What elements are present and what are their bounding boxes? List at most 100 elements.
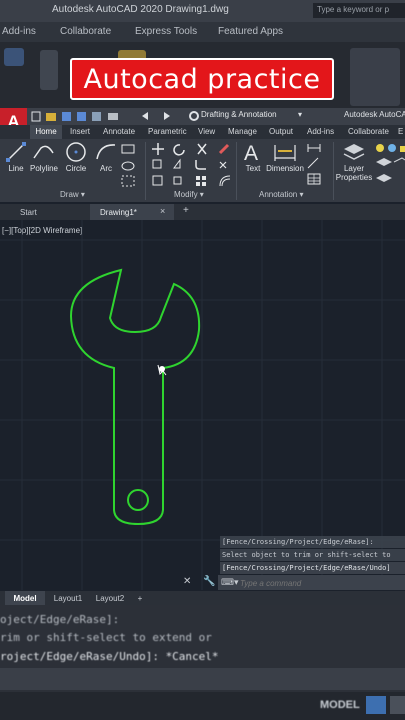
tab-annotate[interactable]: Annotate bbox=[103, 125, 135, 139]
dimension-icon bbox=[274, 145, 296, 161]
panel-separator bbox=[236, 142, 237, 200]
web-icon bbox=[92, 112, 101, 121]
grid-toggle-icon[interactable] bbox=[366, 696, 386, 714]
draw-small-tools[interactable] bbox=[120, 142, 144, 190]
erase-icon bbox=[218, 143, 230, 155]
tab-insert[interactable]: Insert bbox=[70, 125, 90, 139]
panel-separator bbox=[145, 142, 146, 200]
layout-tab-model[interactable]: Model bbox=[5, 591, 45, 605]
modify-tools[interactable] bbox=[150, 142, 235, 190]
add-layout-button[interactable]: + bbox=[133, 591, 147, 605]
polyline-tool-button[interactable]: Polyline bbox=[28, 141, 60, 173]
circle-tool-label: Circle bbox=[65, 164, 87, 173]
line-tool-button[interactable]: Line bbox=[1, 141, 31, 173]
file-tab-start[interactable]: Start bbox=[0, 204, 90, 220]
customize-wrench-icon[interactable]: 🔧 bbox=[203, 576, 215, 587]
rectangle-icon bbox=[121, 144, 135, 154]
tab-manage[interactable]: Manage bbox=[228, 125, 257, 139]
wrench-hole bbox=[127, 489, 149, 511]
wrench-head-outline bbox=[69, 268, 201, 526]
panel-separator bbox=[333, 142, 334, 200]
arc-tool-button[interactable]: Arc bbox=[91, 141, 121, 173]
command-history-line: Select object to trim or shift-select to bbox=[220, 549, 405, 561]
leader-icon bbox=[307, 157, 319, 169]
line-icon bbox=[6, 142, 26, 162]
background-search-input[interactable]: Type a keyword or p bbox=[313, 3, 405, 18]
close-command-icon[interactable]: ✕ bbox=[183, 576, 191, 587]
text-tool-label: Text bbox=[245, 164, 261, 173]
bg-tool-icon bbox=[350, 48, 400, 106]
title-banner: Autocad practice bbox=[70, 58, 334, 100]
status-model-button[interactable]: MODEL bbox=[320, 699, 360, 711]
command-history-line: [Fence/Crossing/Project/Edge/eRase]: bbox=[220, 536, 405, 548]
new-file-icon bbox=[31, 111, 41, 122]
array-icon bbox=[196, 176, 200, 180]
wrench-drawing[interactable] bbox=[69, 268, 201, 526]
layer-small-tools[interactable] bbox=[374, 142, 405, 190]
drawing-canvas[interactable] bbox=[0, 220, 405, 590]
bg-menu-collaborate[interactable]: Collaborate bbox=[60, 26, 111, 37]
snap-toggle-icon[interactable] bbox=[390, 696, 405, 714]
offset-icon bbox=[219, 175, 231, 187]
hatch-icon bbox=[121, 175, 135, 187]
quick-access-icons bbox=[31, 111, 170, 122]
tab-view[interactable]: View bbox=[198, 125, 215, 139]
arc-icon bbox=[96, 144, 116, 160]
trim-icon bbox=[197, 143, 207, 155]
layer-walk-icon bbox=[376, 174, 392, 182]
save-as-icon bbox=[77, 112, 86, 121]
text-tool-button[interactable]: A Text bbox=[238, 141, 268, 173]
bg-tool-icon bbox=[40, 50, 58, 90]
crosshair-cursor-icon bbox=[159, 366, 165, 372]
ellipse-icon bbox=[121, 161, 135, 171]
circle-icon bbox=[66, 142, 86, 162]
layer-label-line2: Properties bbox=[335, 173, 373, 182]
redo-icon bbox=[164, 112, 170, 120]
workspace-dropdown-icon[interactable]: ▾ bbox=[298, 110, 302, 119]
circle-tool-button[interactable]: Circle bbox=[61, 141, 91, 173]
zoomed-command-input bbox=[0, 668, 405, 690]
tab-output[interactable]: Output bbox=[269, 125, 293, 139]
polyline-icon bbox=[33, 145, 54, 159]
modify-panel-label[interactable]: Modify ▾ bbox=[174, 190, 204, 199]
fillet-icon bbox=[195, 160, 206, 170]
draw-panel-label[interactable]: Draw ▾ bbox=[60, 190, 85, 199]
new-tab-button[interactable]: + bbox=[183, 205, 189, 216]
workspace-gear-icon[interactable] bbox=[188, 110, 200, 122]
bg-tool-icon bbox=[4, 48, 24, 66]
close-tab-icon[interactable]: × bbox=[160, 206, 165, 216]
layout-tab-layout1[interactable]: Layout1 bbox=[48, 591, 88, 605]
command-input[interactable] bbox=[240, 577, 402, 589]
background-app-title: Autodesk AutoCAD 2020 Drawing1.dwg bbox=[52, 4, 229, 15]
save-icon bbox=[62, 112, 71, 121]
bg-menu-express-tools[interactable]: Express Tools bbox=[135, 26, 197, 37]
explode-icon bbox=[219, 161, 227, 169]
grid-lines bbox=[0, 220, 405, 590]
annotation-panel-label[interactable]: Annotation ▾ bbox=[259, 190, 304, 199]
command-prompt-icon[interactable]: ⌨▾ bbox=[221, 577, 239, 588]
open-file-icon bbox=[46, 113, 56, 121]
layer-properties-button[interactable]: Layer Properties bbox=[335, 141, 373, 182]
tab-addins[interactable]: Add-ins bbox=[307, 125, 334, 139]
zoomed-history-line: rim or shift-select to extend or bbox=[0, 631, 212, 644]
dimension-tool-button[interactable]: Dimension bbox=[265, 141, 305, 173]
layers-icon bbox=[343, 144, 365, 160]
scale-icon bbox=[173, 176, 182, 185]
svg-text:A: A bbox=[244, 142, 258, 163]
arc-tool-label: Arc bbox=[100, 164, 112, 173]
line-tool-label: Line bbox=[8, 164, 24, 173]
layout-tab-layout2[interactable]: Layout2 bbox=[90, 591, 130, 605]
banner-text: Autocad practice bbox=[83, 63, 321, 95]
bg-menu-featured-apps[interactable]: Featured Apps bbox=[218, 26, 283, 37]
tab-home[interactable]: Home bbox=[30, 125, 62, 139]
dimension-tool-label: Dimension bbox=[266, 164, 304, 173]
annotation-small-tools[interactable] bbox=[306, 142, 334, 188]
zoomed-history-line: oject/Edge/eRase]: bbox=[0, 613, 120, 626]
tab-collaborate[interactable]: Collaborate bbox=[348, 125, 389, 139]
undo-icon bbox=[142, 112, 148, 120]
layer-on-icon bbox=[376, 144, 384, 152]
tab-parametric[interactable]: Parametric bbox=[148, 125, 187, 139]
bg-menu-addins[interactable]: Add-ins bbox=[2, 26, 36, 37]
tab-more[interactable]: E bbox=[398, 125, 403, 139]
print-icon bbox=[108, 113, 118, 120]
